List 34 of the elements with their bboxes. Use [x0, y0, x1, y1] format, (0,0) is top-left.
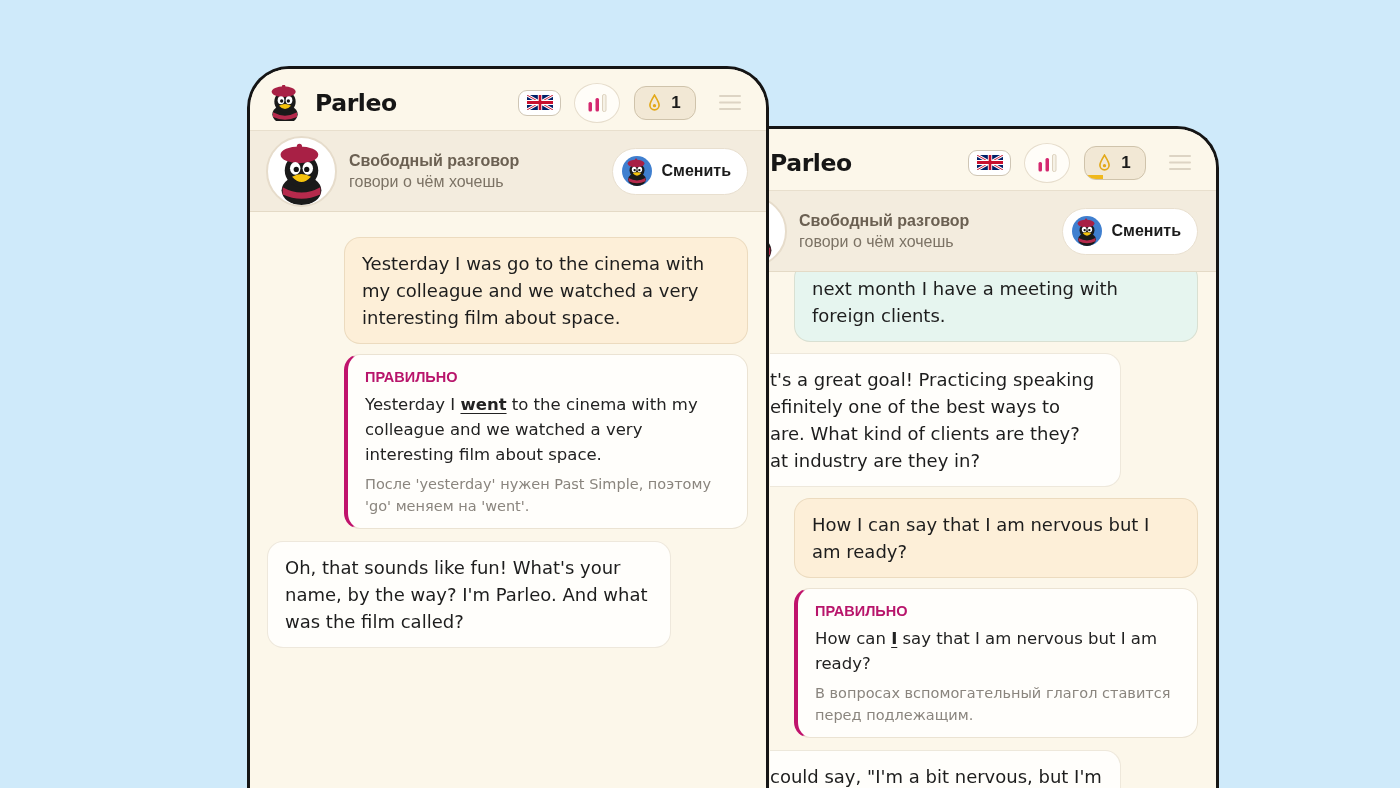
corrected-text: How can I say that I am nervous but I am ready?: [815, 628, 1159, 675]
bot-message: could say, "I'm a bit nervous, but I'm: [770, 750, 1121, 788]
bars-icon: [587, 93, 607, 112]
mode-title: Свободный разговор: [799, 211, 970, 231]
correction-note: После 'yesterday' нужен Past Simple, поэтому 'go' меняем на 'went'.: [365, 475, 712, 516]
level-button[interactable]: [574, 82, 620, 123]
corrected-text: Yesterday I went to the cinema with my colleague and we watched a very interesting film about space.: [365, 394, 699, 466]
brand-name: Parleo: [770, 148, 852, 177]
flame-icon: [1099, 154, 1111, 171]
mode-subtitle: говори о чём хочешь: [349, 172, 505, 192]
language-button[interactable]: [518, 89, 561, 116]
flame-icon: [649, 94, 661, 111]
bird-avatar-icon: [1071, 216, 1102, 246]
brand-name: Parleo: [315, 88, 397, 117]
change-button[interactable]: Сменить: [1061, 207, 1198, 255]
flame-counter[interactable]: 1: [634, 85, 696, 120]
language-button[interactable]: [968, 149, 1011, 176]
correction-label: ПРАВИЛЬНО: [365, 368, 459, 386]
user-message: Yesterday I was go to the cinema with my colleague and we watched a very interesting film about space.: [344, 237, 748, 344]
correction-label: ПРАВИЛЬНО: [815, 602, 909, 620]
flame-counter[interactable]: 1: [1084, 145, 1146, 180]
bird-avatar-icon: [621, 156, 652, 186]
change-button[interactable]: Сменить: [611, 147, 748, 195]
user-message: How I can say that I am nervous but I am ready?: [794, 498, 1198, 578]
user-message: next month I have a meeting with foreign clients.: [794, 272, 1198, 342]
mode-title: Свободный разговор: [349, 151, 520, 171]
mode-subtitle: говори о чём хочешь: [799, 232, 955, 252]
correction-note: В вопросах вспомогательный глагол ставится перед подлежащим.: [815, 684, 1172, 725]
level-button[interactable]: [1024, 142, 1070, 183]
bot-message: t's a great goal! Practicing speaking efinitely one of the best ways to are. What kind of clients are they? at industry are they in?: [770, 353, 1121, 487]
bot-message: Oh, that sounds like fun! What's your name, by the way? I'm Parleo. And what was the film called?: [267, 541, 671, 648]
uk-flag-icon: [976, 155, 1003, 170]
uk-flag-icon: [526, 95, 553, 110]
bars-icon: [1037, 153, 1057, 172]
